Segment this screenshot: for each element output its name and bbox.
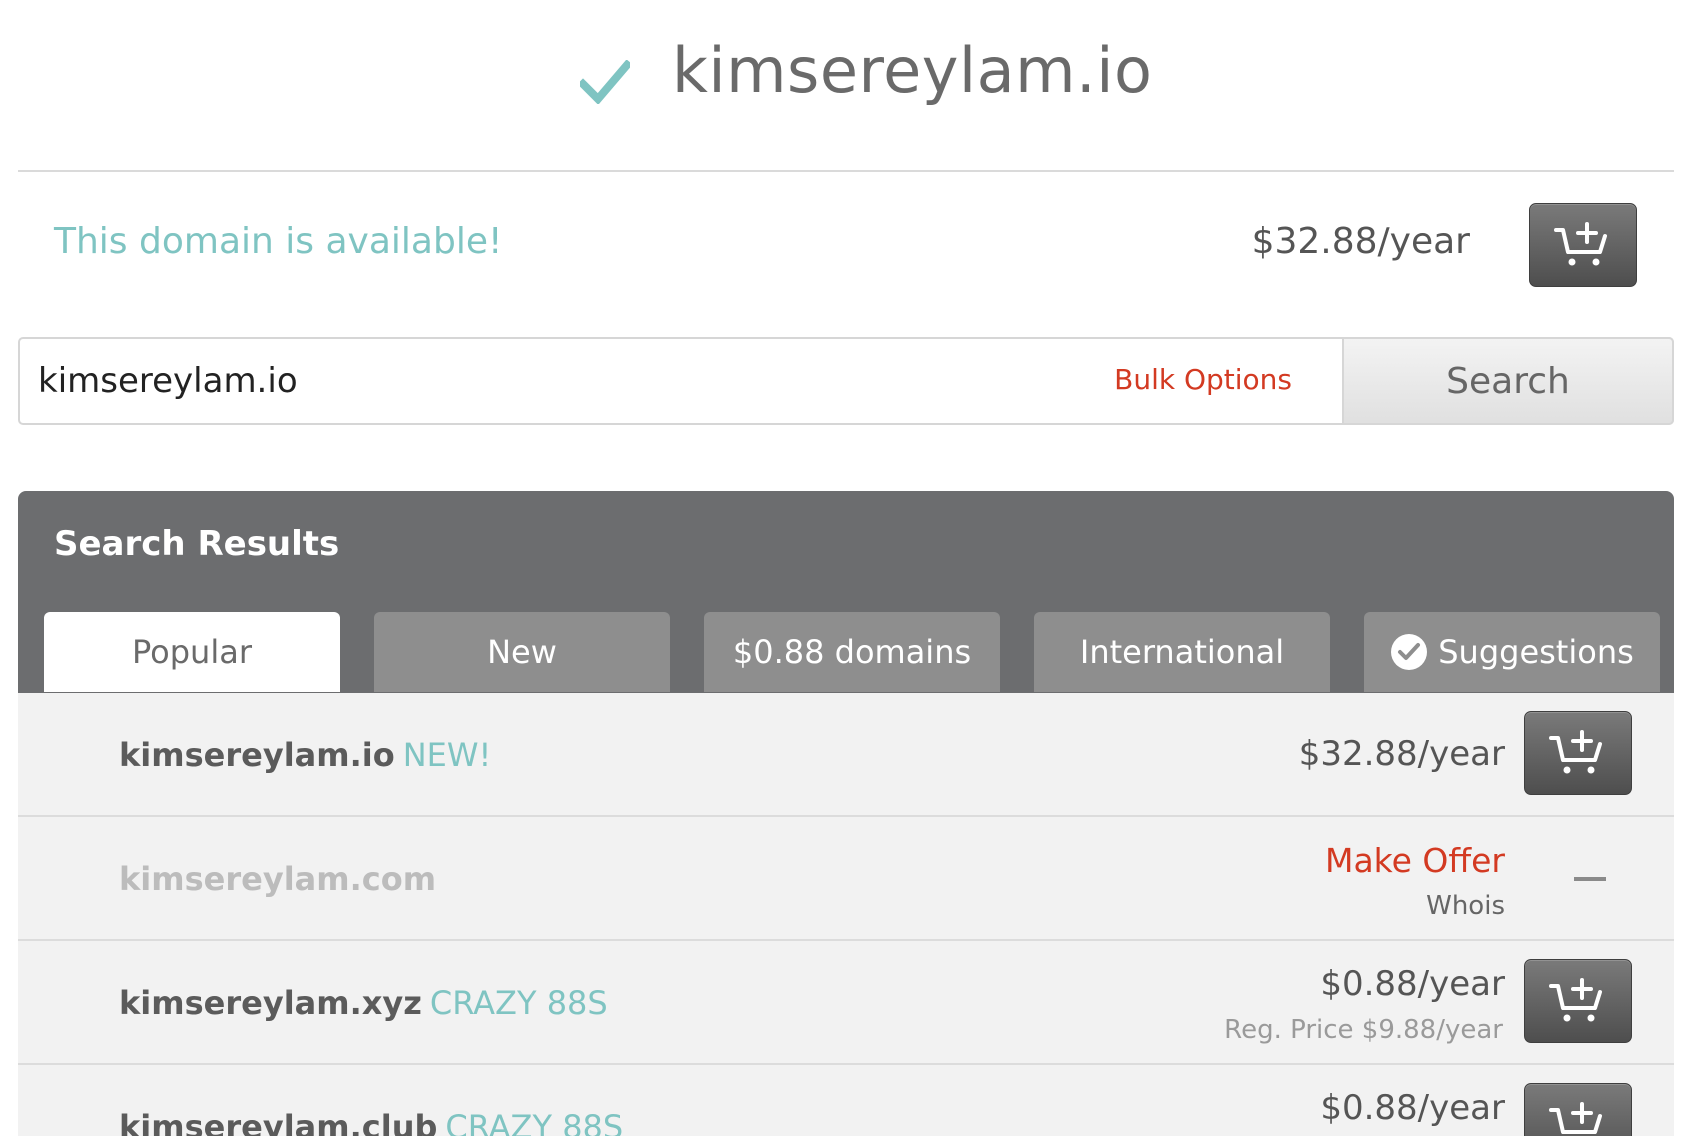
check-icon bbox=[580, 60, 630, 104]
domain-tag: NEW! bbox=[402, 736, 492, 774]
tab-new[interactable]: New bbox=[374, 612, 670, 692]
domain-title: kimsereylam.io bbox=[672, 34, 1153, 107]
bulk-options-link[interactable]: Bulk Options bbox=[1114, 363, 1292, 396]
cart-add-icon bbox=[1554, 222, 1607, 266]
results-list: kimsereylam.io NEW! $32.88/year kimsereyl… bbox=[18, 693, 1674, 1136]
tab-label: New bbox=[487, 633, 557, 671]
domain-tag: CRAZY 88S bbox=[429, 984, 608, 1022]
list-item: kimsereylam.club CRAZY 88S $0.88/year bbox=[18, 1065, 1674, 1136]
check-circle-icon bbox=[1391, 634, 1428, 670]
unavailable-dash-icon bbox=[1574, 877, 1606, 881]
tab-088-domains[interactable]: $0.88 domains bbox=[704, 612, 1000, 692]
result-domain: kimsereylam.io NEW! bbox=[119, 739, 491, 771]
domain-name: kimsereylam.io bbox=[119, 736, 395, 774]
add-to-cart-button[interactable] bbox=[1524, 959, 1632, 1043]
cart-add-icon bbox=[1549, 730, 1602, 774]
add-to-cart-button[interactable] bbox=[1524, 1083, 1632, 1136]
cart-add-icon bbox=[1549, 1102, 1602, 1134]
tab-label: International bbox=[1079, 633, 1285, 671]
availability-message: This domain is available! bbox=[54, 221, 503, 262]
list-item: kimsereylam.xyz CRAZY 88S $0.88/year Reg.… bbox=[18, 941, 1674, 1065]
search-results-panel: Search Results Popular New $0.88 domains… bbox=[18, 491, 1674, 1136]
add-to-cart-button[interactable] bbox=[1529, 203, 1637, 287]
page-header: kimsereylam.io bbox=[0, 0, 1692, 170]
domain-tag: CRAZY 88S bbox=[445, 1108, 624, 1136]
result-domain: kimsereylam.com bbox=[119, 863, 436, 895]
regular-price: Reg. Price $9.88/year bbox=[1224, 1015, 1503, 1045]
result-domain: kimsereylam.club CRAZY 88S bbox=[119, 1111, 623, 1136]
cart-add-icon bbox=[1549, 978, 1602, 1022]
domain-search-bar: Bulk Options Search bbox=[18, 337, 1674, 425]
tab-popular[interactable]: Popular bbox=[44, 612, 340, 692]
add-to-cart-button[interactable] bbox=[1524, 711, 1632, 795]
tab-label: $0.88 domains bbox=[732, 633, 972, 671]
search-input[interactable] bbox=[38, 355, 1038, 407]
list-item: kimsereylam.io NEW! $32.88/year bbox=[18, 693, 1674, 817]
tab-suggestions[interactable]: Suggestions bbox=[1364, 612, 1660, 692]
search-button[interactable]: Search bbox=[1342, 337, 1674, 425]
whois-link[interactable]: Whois bbox=[1426, 893, 1505, 919]
header-divider bbox=[18, 170, 1674, 172]
domain-name: kimsereylam.xyz bbox=[119, 984, 422, 1022]
results-tabs: Popular New $0.88 domains International … bbox=[44, 612, 1664, 692]
list-item: kimsereylam.com Make Offer Whois bbox=[18, 817, 1674, 941]
tab-label: Suggestions bbox=[1438, 633, 1634, 671]
domain-name: kimsereylam.com bbox=[119, 860, 437, 898]
tab-label: Popular bbox=[132, 633, 252, 671]
result-price: $32.88/year bbox=[1298, 734, 1505, 774]
results-title: Search Results bbox=[54, 524, 340, 564]
domain-name: kimsereylam.club bbox=[119, 1108, 438, 1136]
result-domain: kimsereylam.xyz CRAZY 88S bbox=[119, 987, 608, 1019]
availability-price: $32.88/year bbox=[1251, 221, 1470, 262]
result-price: $0.88/year bbox=[1320, 964, 1505, 1004]
result-price: $0.88/year bbox=[1320, 1088, 1505, 1128]
tab-international[interactable]: International bbox=[1034, 612, 1330, 692]
make-offer-link[interactable]: Make Offer bbox=[1325, 844, 1505, 877]
